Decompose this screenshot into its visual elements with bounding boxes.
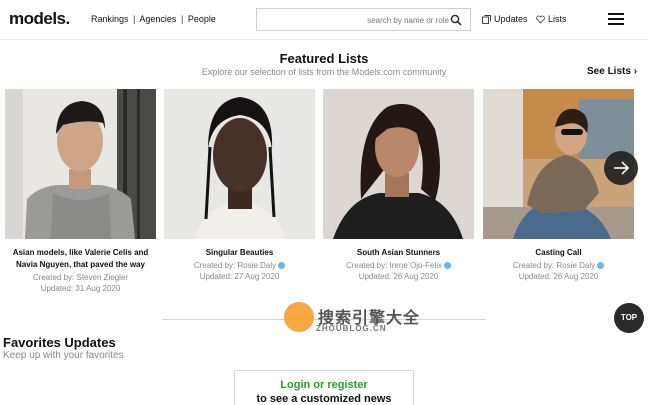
card-updated: Updated: 26 Aug 2020 [518,272,599,281]
card-title[interactable]: Asian models, like Valerie Celis and Nav… [5,247,156,271]
see-lists-link[interactable]: See Lists › [587,66,637,77]
featured-subtitle: Explore our selection of lists from the … [201,67,447,77]
site-header: models. Rankings | Agencies | People Upd… [0,0,648,40]
card-title-line: Asian models, like Valerie Celis and [12,248,149,257]
card-created-by-text: Created by: Rosie Daly [512,261,596,270]
card-created-by: Created by: Rosie Daly [164,260,315,271]
list-card[interactable]: South Asian Stunners Created by: Irene O… [323,89,474,282]
carousel-next-button[interactable] [604,151,638,185]
chevron-right-icon: › [633,66,638,77]
updates-label: Updates [494,14,528,24]
card-title-line: Navia Nguyen, that paved the way [16,260,145,269]
back-to-top-button[interactable]: TOP [614,303,644,333]
hamburger-icon[interactable] [608,13,624,26]
list-card[interactable]: Singular Beauties Created by: Rosie Daly… [164,89,315,282]
card-created-by: Created by: Irene Ojo-Felix [323,260,474,271]
lists-link[interactable]: Lists [536,14,567,24]
card-created-by-text: Created by: Irene Ojo-Felix [345,261,443,270]
heart-icon [536,15,545,23]
card-photo[interactable] [5,89,156,239]
search-input[interactable] [263,12,449,28]
arrow-right-icon [614,161,630,175]
login-register-link[interactable]: Login or register [235,379,413,391]
search-icon[interactable] [450,14,462,26]
card-title[interactable]: South Asian Stunners [323,247,474,259]
card-title-line: South Asian Stunners [356,248,441,257]
verified-icon [444,262,452,269]
nav-agencies[interactable]: Agencies [139,14,176,24]
see-lists-label: See Lists [587,66,631,77]
featured-title: Featured Lists [279,51,369,66]
site-logo[interactable]: models. [9,9,70,29]
watermark-logo [284,302,314,332]
search-box [256,8,471,31]
card-created-by-text: Created by: Rosie Daly [193,261,277,270]
main-nav: Rankings | Agencies | People [91,14,216,24]
card-title-line: Singular Beauties [205,248,274,257]
verified-icon [278,262,286,269]
card-photo[interactable] [164,89,315,239]
nav-separator: | [180,14,184,24]
nav-rankings[interactable]: Rankings [91,14,129,24]
nav-separator: | [133,14,136,24]
nav-people[interactable]: People [188,14,216,24]
login-prompt-box: Login or register to see a customized ne… [234,370,414,405]
verified-icon [597,262,605,269]
favorites-subtitle: Keep up with your favorites [3,350,124,361]
updates-icon [482,14,491,24]
favorites-title: Favorites Updates [3,335,116,350]
list-card[interactable]: Asian models, like Valerie Celis and Nav… [5,89,156,294]
card-photo[interactable] [323,89,474,239]
card-updated: Updated: 31 Aug 2020 [40,284,121,293]
card-updated: Updated: 26 Aug 2020 [358,272,439,281]
card-created-by: Created by: Rosie Daly [483,260,634,271]
login-prompt-text: to see a customized news [256,393,392,405]
watermark-url: ZHOUBLOG.CN [316,324,387,333]
card-title-line: Casting Call [535,248,582,257]
card-title[interactable]: Casting Call [483,247,634,259]
list-card[interactable]: Casting Call Created by: Rosie Daly Upda… [483,89,634,282]
card-title[interactable]: Singular Beauties [164,247,315,259]
card-updated: Updated: 27 Aug 2020 [199,272,280,281]
card-created-by: Created by: Steven Ziegler [32,273,129,282]
updates-link[interactable]: Updates [482,14,528,24]
lists-label: Lists [548,14,567,24]
